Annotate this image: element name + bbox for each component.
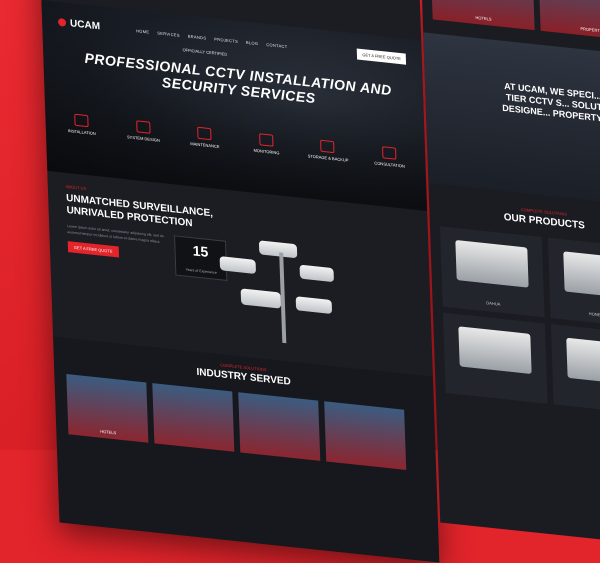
industry-card[interactable] <box>238 392 321 461</box>
product-image <box>458 326 532 375</box>
gear-icon <box>197 126 212 141</box>
quote-button[interactable]: GET A FREE QUOTE <box>357 48 407 65</box>
nav-brands[interactable]: BRANDS <box>188 33 207 40</box>
nav-services[interactable]: SERVICES <box>157 30 180 37</box>
nav-home[interactable]: HOME <box>136 28 149 34</box>
brand-logo[interactable]: UCAM <box>57 16 101 32</box>
about-hero-right: AT UCAM, WE SPECI... TOP-TIER CCTV S... … <box>423 32 600 208</box>
camera-icon <box>74 113 89 128</box>
monitor-icon <box>258 133 274 147</box>
product-image <box>455 239 529 288</box>
product-label: DAHUA <box>486 300 501 307</box>
cctv-cameras-image <box>219 226 353 360</box>
card-property[interactable]: PROPERTY <box>538 0 600 42</box>
product-label: HONEYWELL <box>588 311 600 319</box>
product-dahua[interactable]: DAHUA <box>439 226 545 318</box>
industry-card-label: HOTELS <box>100 428 117 436</box>
product-card[interactable] <box>550 324 600 416</box>
nav-contact[interactable]: CONTACT <box>266 41 287 48</box>
industry-card-hotels[interactable]: HOTELS <box>66 374 149 443</box>
about-quote-button[interactable]: GET A FREE QUOTE <box>67 241 119 258</box>
experience-label: Years of Experience <box>185 267 217 275</box>
brand-name: UCAM <box>69 17 101 32</box>
nav-projects[interactable]: PROJECTS <box>214 36 238 44</box>
products-grid: DAHUA HONEYWELL <box>430 215 600 426</box>
network-icon <box>135 120 151 134</box>
product-card[interactable] <box>442 312 548 404</box>
industry-card[interactable] <box>152 383 235 452</box>
consult-icon <box>381 146 397 160</box>
industry-card[interactable] <box>324 401 407 470</box>
product-honeywell[interactable]: HONEYWELL <box>547 237 600 329</box>
main-mockup: UCAM HOME SERVICES BRANDS PROJECTS BLOG … <box>40 0 440 563</box>
nav-blog[interactable]: BLOG <box>246 39 258 45</box>
product-image <box>566 337 600 386</box>
logo-icon <box>57 17 67 27</box>
card-hotels[interactable]: HOTELS <box>430 0 535 31</box>
about-hero-text: AT UCAM, WE SPECI... TOP-TIER CCTV S... … <box>502 80 600 126</box>
product-image <box>563 251 600 300</box>
storage-icon <box>320 139 335 154</box>
secondary-mockup: HOTELS PROPERTY AT UCAM, WE SPECI... TOP… <box>420 0 600 547</box>
card-label: HOTELS <box>475 14 492 22</box>
card-label: PROPERTY <box>580 25 600 34</box>
products-section: COMPLETE SOLUTIONS OUR PRODUCTS DAHUA HO… <box>429 197 600 426</box>
